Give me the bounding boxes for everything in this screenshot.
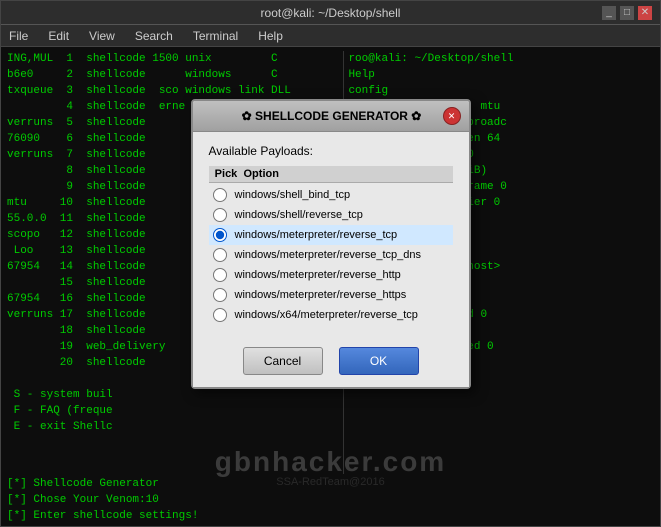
term-line: S - system buil [7, 387, 343, 403]
payload-radio-6[interactable] [213, 288, 227, 302]
payload-row-6: windows/meterpreter/reverse_https [209, 285, 453, 305]
cancel-button[interactable]: Cancel [243, 347, 323, 375]
payload-row-4: windows/meterpreter/reverse_tcp_dns [209, 245, 453, 265]
payload-radio-2[interactable] [213, 208, 227, 222]
menu-help[interactable]: Help [254, 27, 287, 45]
term-line: roo@kali: ~/Desktop/shell [348, 51, 654, 67]
titlebar: root@kali: ~/Desktop/shell _ □ ✕ [1, 1, 660, 25]
menu-terminal[interactable]: Terminal [189, 27, 242, 45]
term-line: F - FAQ (freque [7, 403, 343, 419]
payload-label-7[interactable]: windows/x64/meterpreter/reverse_tcp [235, 309, 418, 321]
minimize-button[interactable]: _ [602, 6, 616, 20]
term-line: ING,MUL 1 shellcode 1500 unix C C [7, 51, 343, 67]
dialog-subtitle: Available Payloads: [209, 144, 453, 158]
maximize-button[interactable]: □ [620, 6, 634, 20]
payload-label-2[interactable]: windows/shell/reverse_tcp [235, 209, 363, 221]
ok-button[interactable]: OK [339, 347, 419, 375]
menu-search[interactable]: Search [131, 27, 177, 45]
payload-radio-1[interactable] [213, 188, 227, 202]
bottom-line-1: [*] Shellcode Generator [7, 476, 654, 492]
payload-radio-5[interactable] [213, 268, 227, 282]
payload-row-5: windows/meterpreter/reverse_http [209, 265, 453, 285]
payload-radio-4[interactable] [213, 248, 227, 262]
col-pick-header: Pick [209, 168, 244, 180]
dialog-title: ✿ SHELLCODE GENERATOR ✿ [221, 109, 443, 123]
term-line: config [348, 83, 654, 99]
table-header: Pick Option [209, 166, 453, 183]
bottom-line-3: [*] Enter shellcode settings! [7, 508, 654, 524]
term-line: b6e0 2 shellcode windows C DLL [7, 67, 343, 83]
payload-label-6[interactable]: windows/meterpreter/reverse_https [235, 289, 407, 301]
dialog-footer: Cancel OK [193, 337, 469, 387]
dialog-close-button[interactable]: ✕ [443, 107, 461, 125]
payload-row-1: windows/shell_bind_tcp [209, 185, 453, 205]
payload-row-2: windows/shell/reverse_tcp [209, 205, 453, 225]
payload-radio-7[interactable] [213, 308, 227, 322]
payload-label-5[interactable]: windows/meterpreter/reverse_http [235, 269, 401, 281]
payload-row-7: windows/x64/meterpreter/reverse_tcp [209, 305, 453, 325]
close-button[interactable]: ✕ [638, 6, 652, 20]
payload-row-3: windows/meterpreter/reverse_tcp [209, 225, 453, 245]
menu-view[interactable]: View [85, 27, 119, 45]
dialog-titlebar: ✿ SHELLCODE GENERATOR ✿ ✕ [193, 101, 469, 132]
menu-edit[interactable]: Edit [44, 27, 73, 45]
bottom-lines: [*] Shellcode Generator [*] Chose Your V… [1, 474, 660, 526]
window-title: root@kali: ~/Desktop/shell [59, 6, 602, 20]
payload-label-1[interactable]: windows/shell_bind_tcp [235, 189, 351, 201]
payload-radio-3[interactable] [213, 228, 227, 242]
menu-file[interactable]: File [5, 27, 32, 45]
shellcode-dialog: ✿ SHELLCODE GENERATOR ✿ ✕ Available Payl… [191, 99, 471, 389]
menu-bar: File Edit View Search Terminal Help [1, 25, 660, 47]
dialog-body: Available Payloads: Pick Option windows/… [193, 132, 469, 337]
term-line: Help [348, 67, 654, 83]
window-controls: _ □ ✕ [602, 6, 652, 20]
bottom-line-2: [*] Chose Your Venom:10 [7, 492, 654, 508]
terminal-window: root@kali: ~/Desktop/shell _ □ ✕ File Ed… [0, 0, 661, 527]
payload-label-4[interactable]: windows/meterpreter/reverse_tcp_dns [235, 249, 421, 261]
prompt-line: :-/Desktop/shell# █ [7, 524, 654, 526]
term-line: txqueue 3 shellcode sco windows link DLL… [7, 83, 343, 99]
col-option-header: Option [244, 168, 453, 180]
term-line: E - exit Shellc [7, 419, 343, 435]
payload-label-3[interactable]: windows/meterpreter/reverse_tcp [235, 229, 398, 241]
